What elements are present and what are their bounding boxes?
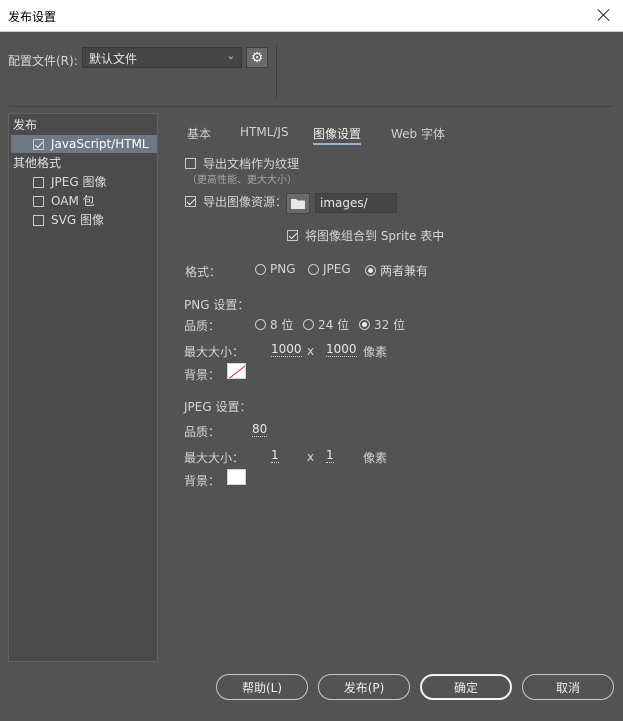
profile-label: 配置文件(R): xyxy=(8,54,78,68)
export-assets-label: 导出图像资源： xyxy=(203,195,288,209)
png-quality-8bit[interactable]: 8 位 xyxy=(255,316,293,333)
publish-button[interactable]: 发布(P) xyxy=(318,674,410,700)
sprite-checkbox[interactable] xyxy=(287,230,298,241)
radio-icon[interactable] xyxy=(308,263,319,275)
checkbox-icon[interactable] xyxy=(33,176,44,188)
jpeg-size-separator: x xyxy=(307,450,315,464)
jpeg-quality-field[interactable]: 80 xyxy=(252,422,268,437)
browse-folder-button[interactable] xyxy=(286,193,310,214)
radio-icon[interactable] xyxy=(255,319,266,330)
png-height-field[interactable]: 1000 xyxy=(326,342,357,357)
window-title: 发布设置 xyxy=(8,10,57,24)
tab-image-settings[interactable]: 图像设置 xyxy=(313,125,362,145)
png-size-unit: 像素 xyxy=(363,345,388,359)
divider xyxy=(10,106,613,107)
sidebar-item-svg[interactable]: SVG 图像 xyxy=(33,211,104,229)
png-quality-label: 品质： xyxy=(184,319,221,333)
sidebar-group-other: 其他格式 xyxy=(13,156,62,170)
profile-select-value: 默认文件 xyxy=(89,52,138,66)
chevron-down-icon: ⌄ xyxy=(226,51,235,62)
format-option-label: PNG xyxy=(270,262,296,276)
png-quality-option-label: 32 位 xyxy=(374,318,406,332)
sidebar-item-jpeg[interactable]: JPEG 图像 xyxy=(33,173,106,191)
format-option-label: 两者兼有 xyxy=(380,264,429,278)
sidebar-item-label: OAM 包 xyxy=(51,194,95,208)
radio-icon[interactable] xyxy=(365,265,376,276)
png-max-size-label: 最大大小： xyxy=(184,345,245,359)
export-assets-row[interactable]: 导出图像资源： xyxy=(185,193,287,210)
tab-html-js[interactable]: HTML/JS xyxy=(240,125,289,139)
gear-icon: ⚙ xyxy=(250,49,264,66)
png-quality-24bit[interactable]: 24 位 xyxy=(303,316,349,333)
tab-basic[interactable]: 基本 xyxy=(187,125,211,142)
sidebar-group-publish: 发布 xyxy=(13,118,38,132)
folder-icon xyxy=(291,199,305,209)
export-texture-checkbox[interactable] xyxy=(185,158,196,169)
radio-icon[interactable] xyxy=(359,319,370,330)
tab-web-fonts[interactable]: Web 字体 xyxy=(391,125,445,142)
jpeg-width-field[interactable]: 1 xyxy=(271,448,279,463)
jpeg-height-field[interactable]: 1 xyxy=(326,448,334,463)
jpeg-settings-heading: JPEG 设置： xyxy=(184,400,252,414)
jpeg-background-swatch[interactable] xyxy=(227,469,246,485)
format-option-label: JPEG xyxy=(323,262,351,276)
profile-settings-button[interactable]: ⚙ xyxy=(246,47,268,68)
jpeg-size-unit: 像素 xyxy=(363,451,388,465)
profile-select[interactable]: 默认文件 ⌄ xyxy=(82,47,242,68)
export-texture-label: 导出文档作为纹理 xyxy=(203,157,300,171)
sidebar-item-label: SVG 图像 xyxy=(51,213,104,227)
format-sidebar: 发布 JavaScript/HTML 其他格式 JPEG 图像 OAM 包 SV… xyxy=(8,113,158,662)
help-button[interactable]: 帮助(L) xyxy=(216,674,308,700)
cancel-button[interactable]: 取消 xyxy=(522,674,614,700)
jpeg-background-label: 背景： xyxy=(184,474,221,488)
format-option-jpeg[interactable]: JPEG xyxy=(308,262,351,276)
export-texture-row[interactable]: 导出文档作为纹理 xyxy=(185,155,299,172)
checkbox-icon[interactable] xyxy=(33,195,44,207)
jpeg-max-size-label: 最大大小： xyxy=(184,451,245,465)
export-texture-hint: （更高性能、更大大小） xyxy=(187,175,297,186)
checkbox-icon[interactable] xyxy=(33,138,44,150)
format-option-png[interactable]: PNG xyxy=(255,262,296,276)
format-option-both[interactable]: 两者兼有 xyxy=(365,262,428,279)
jpeg-quality-label: 品质： xyxy=(184,425,221,439)
radio-icon[interactable] xyxy=(303,319,314,330)
png-width-field[interactable]: 1000 xyxy=(271,342,302,357)
close-icon[interactable] xyxy=(593,4,615,26)
images-path-input[interactable]: images/ xyxy=(315,193,397,213)
sidebar-item-javascript-html[interactable]: JavaScript/HTML xyxy=(11,135,157,153)
png-quality-32bit[interactable]: 32 位 xyxy=(359,316,405,333)
sprite-row[interactable]: 将图像组合到 Sprite 表中 xyxy=(287,227,444,244)
divider xyxy=(276,44,277,98)
radio-icon[interactable] xyxy=(255,263,266,275)
title-bar: 发布设置 xyxy=(0,0,623,32)
checkbox-icon[interactable] xyxy=(33,214,44,226)
sidebar-item-oam[interactable]: OAM 包 xyxy=(33,192,95,210)
png-size-separator: x xyxy=(307,344,315,358)
ok-button[interactable]: 确定 xyxy=(420,674,512,700)
png-background-swatch[interactable] xyxy=(227,363,246,379)
sprite-label: 将图像组合到 Sprite 表中 xyxy=(305,229,445,243)
png-quality-option-label: 8 位 xyxy=(270,318,294,332)
png-quality-option-label: 24 位 xyxy=(318,318,350,332)
png-settings-heading: PNG 设置： xyxy=(184,298,250,312)
format-label: 格式： xyxy=(185,265,222,279)
png-background-label: 背景： xyxy=(184,368,221,382)
export-assets-checkbox[interactable] xyxy=(185,196,196,207)
sidebar-item-label: JPEG 图像 xyxy=(51,175,107,189)
sidebar-item-label: JavaScript/HTML xyxy=(51,137,149,151)
